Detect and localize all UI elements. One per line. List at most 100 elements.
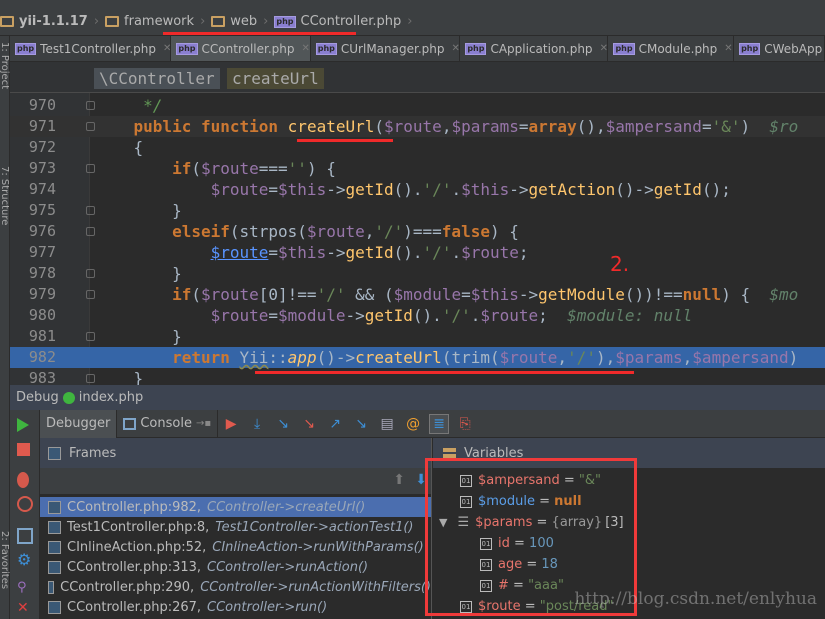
code-text: } bbox=[95, 200, 182, 221]
code-token: $ampersand bbox=[692, 348, 789, 367]
frame-row[interactable]: CInlineAction.php:52, CInlineAction->runW… bbox=[40, 537, 431, 557]
resume-icon[interactable] bbox=[17, 418, 29, 432]
tab-file[interactable]: php Test1Controller.php ✕ bbox=[10, 36, 171, 61]
code-line[interactable]: 977 $route=$this->getId().'/'.$route; bbox=[10, 242, 825, 263]
show-execution-point-icon[interactable]: ▶ bbox=[221, 414, 241, 434]
view-breakpoints-icon[interactable] bbox=[17, 472, 29, 488]
breadcrumb-project[interactable]: yii-1.1.17 bbox=[0, 14, 94, 29]
project-tool-button[interactable]: 1: Project bbox=[0, 42, 10, 89]
method-crumb[interactable]: createUrl bbox=[227, 68, 324, 89]
code-token: { bbox=[95, 138, 144, 157]
settings-gear-icon[interactable]: ⚙ bbox=[17, 552, 33, 568]
fold-marker-icon[interactable] bbox=[86, 332, 95, 341]
mute-breakpoints-icon[interactable] bbox=[17, 496, 33, 512]
layout-icon[interactable] bbox=[17, 528, 33, 544]
menu-bar[interactable] bbox=[0, 0, 825, 8]
restore-layout-icon[interactable]: ⎘ bbox=[455, 414, 475, 434]
fold-marker-icon[interactable] bbox=[86, 122, 95, 131]
code-token: '/' bbox=[441, 306, 471, 325]
step-into-icon[interactable]: ↘ bbox=[273, 414, 293, 434]
close-tab-icon[interactable]: ✕ bbox=[451, 43, 459, 54]
tab-file[interactable]: php CUrlManager.php ✕ bbox=[311, 36, 461, 61]
tab-debugger[interactable]: Debugger bbox=[40, 409, 118, 438]
pin-tab-icon[interactable]: →▪ bbox=[196, 418, 211, 429]
breadcrumb-label: framework bbox=[124, 14, 195, 29]
breadcrumb-web[interactable]: web bbox=[211, 14, 263, 29]
frame-row[interactable]: Test1Controller.php:8, Test1Controller->a… bbox=[40, 517, 431, 537]
code-line[interactable]: 980 $route=$module->getId().'/'.$route; … bbox=[10, 305, 825, 326]
code-token: getId bbox=[345, 243, 394, 262]
fold-marker-icon[interactable] bbox=[86, 164, 95, 173]
structure-tool-button[interactable]: 7: Structure bbox=[0, 166, 10, 225]
favorites-tool-button[interactable]: 2: Favorites bbox=[0, 531, 10, 589]
code-token: return bbox=[172, 348, 230, 367]
watch-icon[interactable]: @ bbox=[403, 414, 423, 434]
run-to-cursor-icon[interactable]: ↘ bbox=[351, 414, 371, 434]
line-number[interactable]: 974 bbox=[10, 179, 56, 200]
arrow-up-icon[interactable]: ⬆ bbox=[393, 472, 405, 488]
close-tab-icon[interactable]: ✕ bbox=[302, 43, 310, 54]
fold-marker-icon[interactable] bbox=[86, 227, 95, 236]
fold-marker-icon[interactable] bbox=[86, 101, 95, 110]
tab-label: Test1Controller.php bbox=[40, 41, 157, 56]
line-number[interactable]: 970 bbox=[10, 95, 56, 116]
tab-file[interactable]: php CModule.php ✕ bbox=[608, 36, 735, 61]
close-tab-icon[interactable]: ✕ bbox=[724, 43, 732, 54]
line-number[interactable]: 976 bbox=[10, 221, 56, 242]
code-text: { bbox=[95, 137, 144, 158]
line-number[interactable]: 971 bbox=[10, 116, 56, 137]
line-number[interactable]: 975 bbox=[10, 200, 56, 221]
frame-row[interactable]: CController.php:267, CController->run() bbox=[40, 597, 431, 617]
fold-marker-icon[interactable] bbox=[86, 206, 95, 215]
tab-console[interactable]: Console →▪ bbox=[117, 409, 219, 438]
code-editor[interactable]: 970 */971 public function createUrl($rou… bbox=[10, 93, 825, 389]
code-line[interactable]: 970 */ bbox=[10, 95, 825, 116]
line-number[interactable]: 982 bbox=[10, 347, 56, 368]
close-icon[interactable]: ✕ bbox=[17, 600, 33, 616]
code-line[interactable]: 979 if($route[0]!=='/' && ($module=$this… bbox=[10, 284, 825, 305]
pin-icon[interactable]: ⚲ bbox=[17, 580, 33, 596]
code-token: false bbox=[441, 222, 490, 241]
fold-marker-icon[interactable] bbox=[86, 374, 95, 383]
fold-marker-icon[interactable] bbox=[86, 290, 95, 299]
line-number[interactable]: 981 bbox=[10, 326, 56, 347]
debug-config-name[interactable]: index.php bbox=[79, 390, 143, 405]
tab-file[interactable]: php CApplication.php ✕ bbox=[460, 36, 609, 61]
code-line[interactable]: 971 public function createUrl($route,$pa… bbox=[10, 116, 825, 137]
frame-row[interactable]: CController.php:290, CController->runActi… bbox=[40, 577, 431, 597]
fold-marker-icon[interactable] bbox=[86, 269, 95, 278]
line-number[interactable]: 972 bbox=[10, 137, 56, 158]
tab-label: CController.php bbox=[201, 41, 295, 56]
frame-row[interactable]: CController.php:313, CController->runActi… bbox=[40, 557, 431, 577]
evaluate-expression-icon[interactable]: ▤ bbox=[377, 414, 397, 434]
code-token: null bbox=[682, 285, 722, 304]
code-line[interactable]: 975 } bbox=[10, 200, 825, 221]
code-line[interactable]: 976 elseif(strpos($route,'/')===false) { bbox=[10, 221, 825, 242]
code-line[interactable]: 982 return Yii::app()->createUrl(trim($r… bbox=[10, 347, 825, 368]
code-line[interactable]: 972 { bbox=[10, 137, 825, 158]
line-number[interactable]: 980 bbox=[10, 305, 56, 326]
line-number[interactable]: 973 bbox=[10, 158, 56, 179]
line-number[interactable]: 977 bbox=[10, 242, 56, 263]
step-out-icon[interactable]: ↗ bbox=[325, 414, 345, 434]
stop-icon[interactable] bbox=[17, 443, 30, 456]
chevron-right-icon: › bbox=[263, 14, 269, 29]
code-line[interactable]: 973 if($route==='') { bbox=[10, 158, 825, 179]
code-line[interactable]: 981 } bbox=[10, 326, 825, 347]
code-token: (). bbox=[393, 180, 423, 199]
line-number[interactable]: 979 bbox=[10, 284, 56, 305]
code-line[interactable]: 974 $route=$this->getId().'/'.$this->get… bbox=[10, 179, 825, 200]
close-tab-icon[interactable]: ✕ bbox=[163, 43, 171, 54]
code-line[interactable]: 978 } bbox=[10, 263, 825, 284]
step-over-icon[interactable]: ⤓ bbox=[247, 414, 267, 434]
frame-row[interactable]: CController.php:982, CController->createU… bbox=[40, 497, 431, 517]
tab-file[interactable]: php CController.php ✕ bbox=[171, 36, 311, 61]
close-tab-icon[interactable]: ✕ bbox=[600, 43, 608, 54]
line-number[interactable]: 978 bbox=[10, 263, 56, 284]
class-crumb[interactable]: \CController bbox=[94, 68, 220, 89]
breadcrumb-file[interactable]: php CController.php bbox=[274, 14, 407, 29]
breadcrumb-framework[interactable]: framework bbox=[105, 14, 200, 29]
show-values-inline-icon[interactable]: ≣ bbox=[429, 413, 450, 434]
tab-file[interactable]: php CWebApp bbox=[734, 36, 825, 61]
force-step-into-icon[interactable]: ↘ bbox=[299, 414, 319, 434]
